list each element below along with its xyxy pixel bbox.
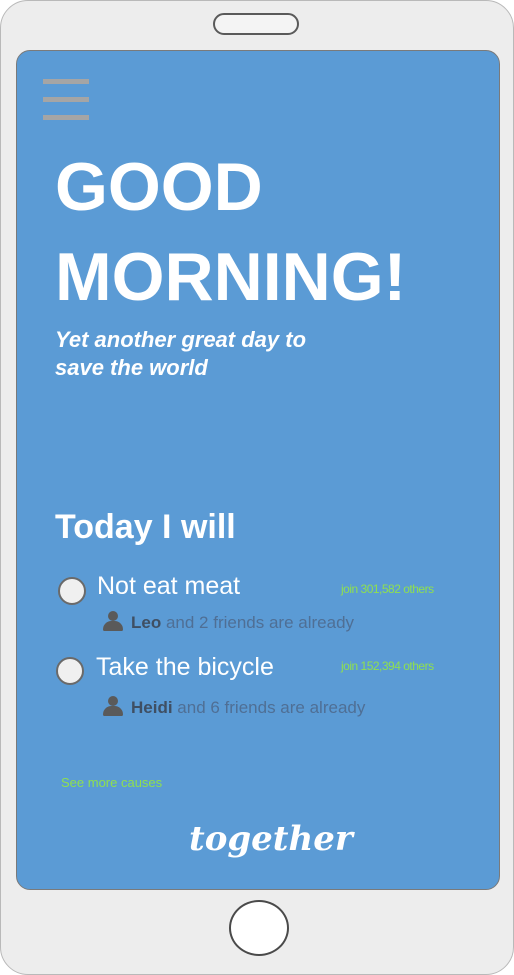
- menu-bar: [43, 115, 89, 120]
- speaker-slot: [213, 13, 299, 35]
- person-icon: [102, 611, 124, 633]
- person-icon-head: [108, 696, 118, 706]
- join-count-not-eat-meat[interactable]: join 301,582 others: [341, 582, 434, 596]
- friend-name: Leo: [131, 613, 162, 632]
- person-icon-body: [103, 706, 123, 716]
- person-icon-head: [108, 611, 118, 621]
- friends-text: and 2 friends are already: [161, 613, 355, 632]
- together-logo: together: [189, 819, 353, 859]
- person-icon: [102, 696, 124, 718]
- cause-radio-take-the-bicycle[interactable]: [56, 657, 84, 685]
- friend-name: Heidi: [131, 698, 173, 717]
- app-screen: GOOD MORNING! Yet another great day to s…: [16, 50, 500, 890]
- greeting-line-2: MORNING!: [55, 239, 407, 315]
- friends-status-take-the-bicycle: Heidi and 6 friends are already: [131, 698, 365, 718]
- friends-text: and 6 friends are already: [172, 698, 366, 717]
- tagline-line-1: Yet another great day to: [55, 327, 307, 352]
- phone-frame: GOOD MORNING! Yet another great day to s…: [0, 0, 514, 975]
- cause-radio-not-eat-meat[interactable]: [58, 577, 86, 605]
- friends-status-not-eat-meat: Leo and 2 friends are already: [131, 613, 354, 633]
- see-more-causes-link[interactable]: See more causes: [61, 775, 162, 790]
- menu-bar: [43, 79, 89, 84]
- cause-label-take-the-bicycle[interactable]: Take the bicycle: [96, 652, 274, 682]
- tagline-line-2: save the world: [55, 355, 208, 380]
- cause-label-not-eat-meat[interactable]: Not eat meat: [97, 571, 240, 601]
- hamburger-menu-icon[interactable]: [43, 79, 89, 123]
- section-title: Today I will: [55, 508, 236, 546]
- person-icon-body: [103, 621, 123, 631]
- home-button[interactable]: [229, 900, 289, 956]
- join-count-take-the-bicycle[interactable]: join 152,394 others: [341, 659, 434, 673]
- greeting-line-1: GOOD: [55, 149, 263, 225]
- tagline: Yet another great day to save the world: [55, 326, 306, 382]
- menu-bar: [43, 97, 89, 102]
